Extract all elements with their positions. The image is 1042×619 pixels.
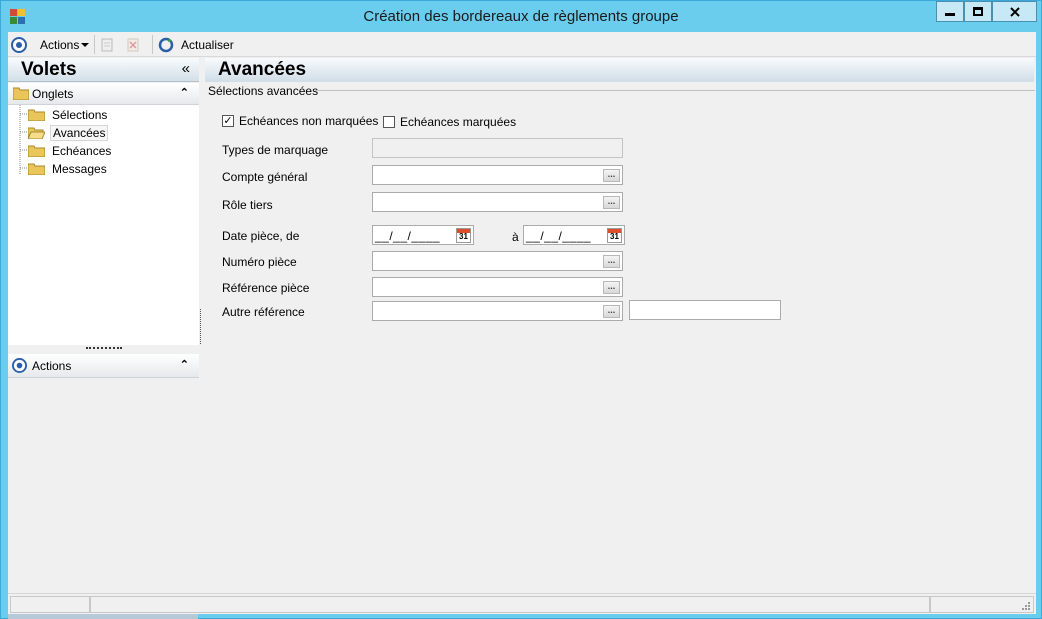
types-marquage-field [372, 138, 623, 158]
side-panel: Volets « Onglets ⌃ Sélections Avancées E… [8, 58, 199, 619]
autre-reference-extra-field[interactable] [629, 300, 781, 320]
field-label: Types de marquage [222, 143, 329, 157]
main-panel: Avancées Sélections avancées ✓ Echéances… [205, 58, 1035, 593]
field-label: Autre référence [222, 305, 305, 319]
actions-menu-label: Actions [40, 37, 80, 52]
date-to-field[interactable]: __/__/____ 31 [523, 225, 625, 245]
status-cell [930, 596, 1034, 613]
compte-general-field[interactable]: ... [372, 165, 623, 185]
toolbar: Actions Actualiser [8, 32, 1036, 57]
open-folder-icon [28, 127, 45, 139]
date-from-value: __/__/____ [375, 229, 441, 243]
toolbar-separator [152, 35, 153, 54]
field-label: Compte général [222, 170, 308, 184]
ellipsis-button[interactable]: ... [603, 305, 620, 318]
window-title: Création des bordereaux de règlements gr… [363, 8, 679, 25]
main-header: Avancées [205, 58, 1034, 82]
actions-icon [12, 358, 27, 373]
folder-icon [28, 109, 45, 121]
tabs-group-header[interactable]: Onglets ⌃ [8, 83, 199, 105]
reference-piece-field[interactable]: ... [372, 277, 623, 297]
document-icon [101, 38, 113, 51]
collapse-panel-icon[interactable]: « [182, 60, 190, 77]
side-panel-title: Volets [21, 59, 77, 80]
tree-item-label: Messages [52, 161, 107, 176]
tree-item-selections[interactable]: Sélections [28, 106, 109, 123]
tree-item-avancees[interactable]: Avancées [28, 124, 109, 141]
numero-piece-field[interactable]: ... [372, 251, 623, 271]
date-to-label: à [512, 230, 519, 244]
status-cell [10, 596, 90, 613]
status-cell [90, 596, 930, 613]
delete-icon [127, 38, 139, 51]
delete-button[interactable] [126, 35, 140, 54]
checkbox-echeances-marquees[interactable]: Echéances marquées [383, 115, 516, 129]
application-window: Création des bordereaux de règlements gr… [0, 0, 1042, 619]
checkbox-unchecked-icon[interactable] [383, 116, 395, 128]
chevron-down-icon [81, 42, 90, 47]
title-bar: Création des bordereaux de règlements gr… [1, 1, 1041, 32]
ellipsis-button[interactable]: ... [603, 196, 620, 209]
tabs-group-label: Onglets [32, 87, 74, 101]
date-from-field[interactable]: __/__/____ 31 [372, 225, 474, 245]
date-to-value: __/__/____ [526, 229, 592, 243]
status-bar [8, 593, 1036, 614]
splitter-grip[interactable] [86, 347, 122, 350]
minimize-icon [945, 13, 955, 16]
tree-item-label: Avancées [50, 124, 109, 141]
role-tiers-field[interactable]: ... [372, 192, 623, 212]
minimize-button[interactable] [936, 1, 964, 22]
checkbox-echeances-non-marquees[interactable]: ✓ Echéances non marquées [222, 114, 378, 128]
ellipsis-button[interactable]: ... [603, 255, 620, 268]
maximize-button[interactable] [964, 1, 992, 22]
checkbox-checked-icon[interactable]: ✓ [222, 115, 234, 127]
field-label: Date pièce, de [222, 229, 300, 243]
tree-item-label: Sélections [52, 107, 108, 122]
maximize-icon [973, 7, 983, 16]
actions-group-label: Actions [32, 359, 72, 373]
tabs-tree: Sélections Avancées Echéances Messages [8, 105, 199, 345]
folder-icon [28, 145, 45, 157]
copy-button[interactable] [100, 35, 114, 54]
tree-item-label: Echéances [52, 143, 112, 158]
refresh-label: Actualiser [181, 37, 234, 52]
refresh-button[interactable]: Actualiser [158, 35, 234, 54]
splitter-handle[interactable] [200, 309, 202, 344]
actions-group-header[interactable]: Actions ⌃ [8, 354, 199, 378]
actions-icon [11, 36, 27, 53]
toolbar-separator [94, 35, 95, 54]
page-title: Avancées [218, 59, 307, 80]
section-title: Sélections avancées [208, 84, 319, 98]
actions-menu-button[interactable]: Actions [11, 35, 90, 54]
field-label: Référence pièce [222, 281, 310, 295]
folder-icon [13, 87, 29, 100]
checkbox-label: Echéances non marquées [239, 114, 379, 128]
field-label: Rôle tiers [222, 198, 273, 212]
tree-item-messages[interactable]: Messages [28, 160, 109, 177]
ellipsis-button[interactable]: ... [603, 169, 620, 182]
refresh-icon [158, 37, 174, 52]
close-icon [1009, 6, 1020, 17]
side-panel-header: Volets « [8, 58, 199, 82]
calendar-icon[interactable]: 31 [456, 228, 471, 243]
folder-icon [28, 163, 45, 175]
field-label: Numéro pièce [222, 255, 297, 269]
checkbox-label: Echéances marquées [400, 115, 517, 129]
ellipsis-button[interactable]: ... [603, 281, 620, 294]
close-button[interactable] [992, 1, 1037, 22]
chevron-up-icon: ⌃ [179, 87, 189, 99]
resize-grip-icon[interactable] [1019, 599, 1031, 611]
chevron-up-icon: ⌃ [179, 359, 189, 371]
calendar-icon[interactable]: 31 [607, 228, 622, 243]
section-divider [315, 90, 1035, 91]
autre-reference-field[interactable]: ... [372, 301, 623, 321]
client-area: Actions Actualiser Volets « Onglets ⌃ Sé… [8, 32, 1036, 619]
tree-item-echeances[interactable]: Echéances [28, 142, 113, 159]
